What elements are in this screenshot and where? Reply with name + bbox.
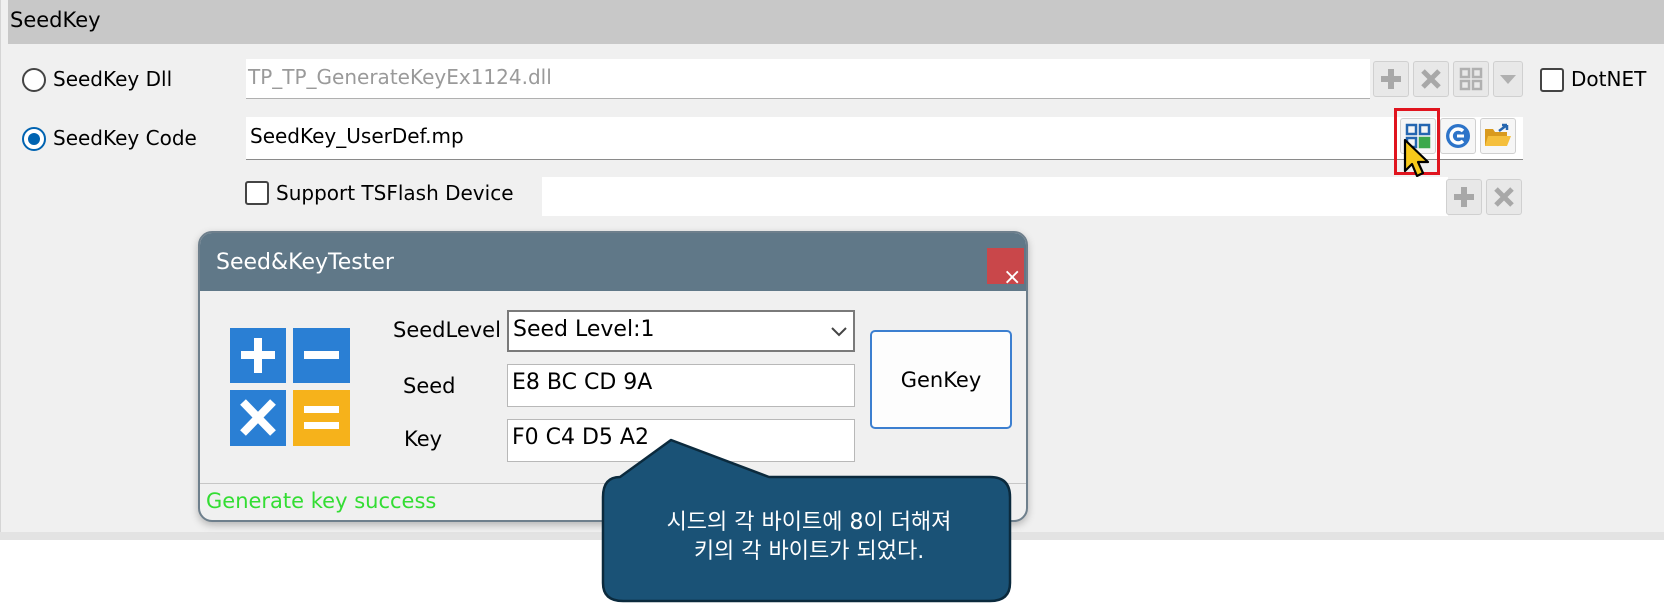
callout-line-2: 키의 각 바이트가 되었다.	[693, 539, 925, 564]
callout-line-1: 시드의 각 바이트에 8이 더해져	[666, 510, 952, 535]
callout-text: 시드의 각 바이트에 8이 더해져 키의 각 바이트가 되었다.	[603, 508, 1015, 566]
